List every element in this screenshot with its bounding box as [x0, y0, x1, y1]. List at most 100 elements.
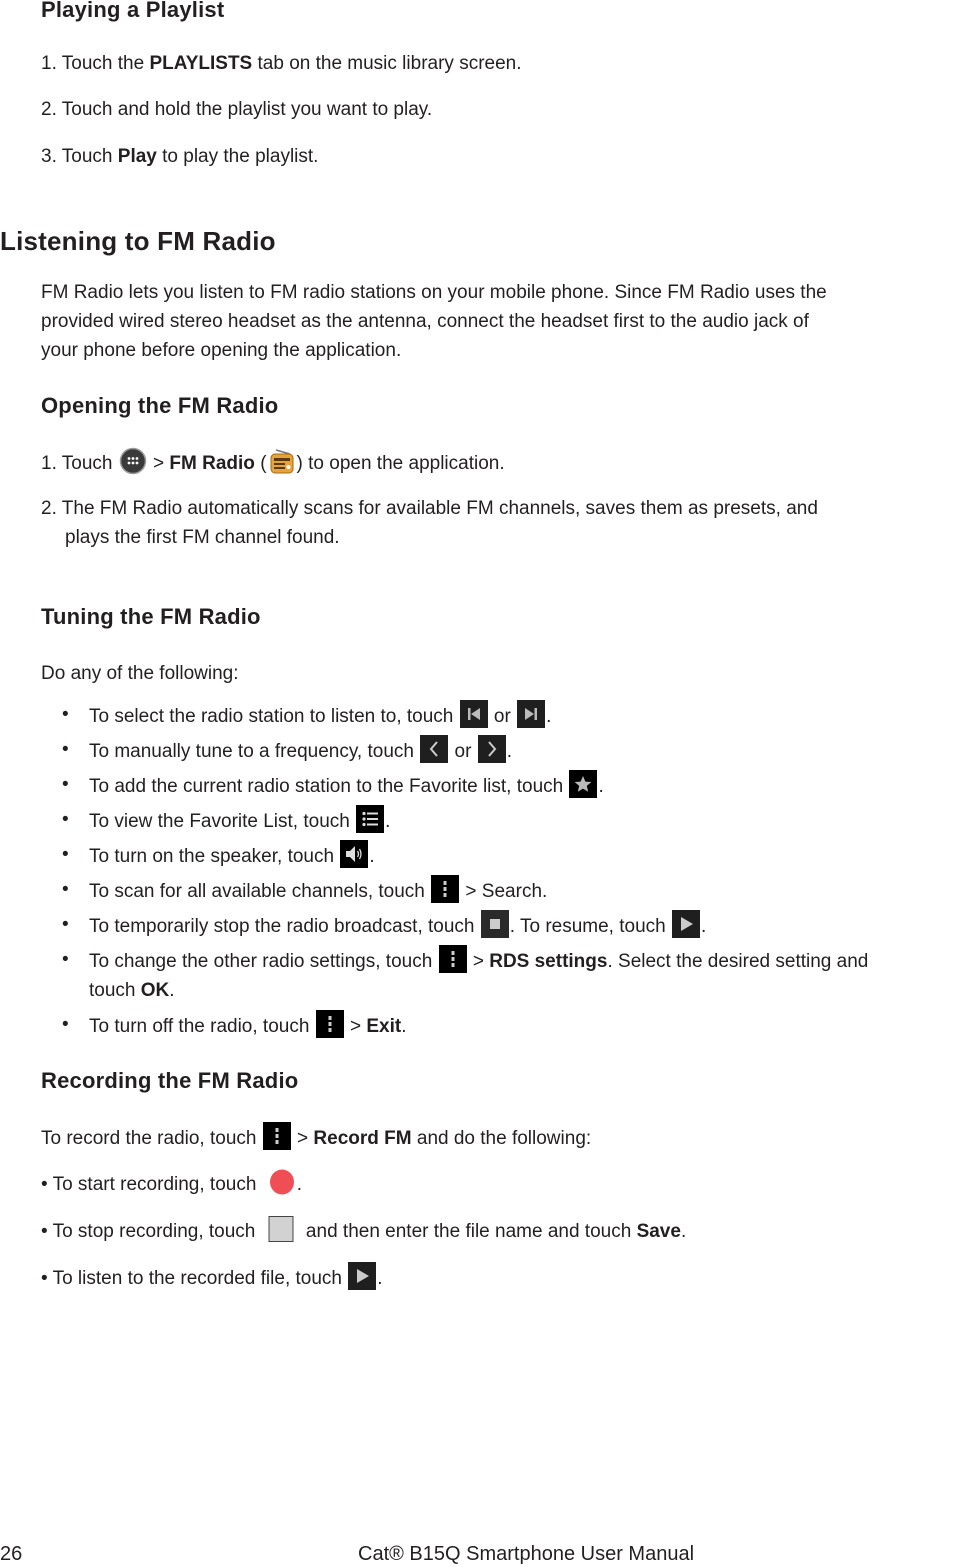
recording-item-listen: • To listen to the recorded file, touch …: [41, 1262, 383, 1293]
section-heading-listening-fm: Listening to FM Radio: [0, 226, 276, 256]
item-text: .: [401, 1016, 407, 1037]
tuning-item-speaker: • To turn on the speaker, touch .: [0, 840, 976, 869]
item-text: To temporarily stop the radio broadcast,…: [89, 916, 480, 937]
item-text: .: [680, 1221, 687, 1242]
tune-down-chevron-left-icon: [420, 735, 449, 763]
bullet: •: [62, 949, 69, 970]
item-bold: Save: [636, 1221, 681, 1242]
item-text: > Search.: [460, 881, 548, 902]
playlist-step-3: 3. Touch Play to play the playlist.: [41, 142, 318, 171]
bullet: •: [62, 704, 69, 725]
item-text: • To listen to the recorded file, touch: [41, 1268, 348, 1289]
fm-radio-app-icon: [268, 447, 296, 475]
bullet: •: [62, 914, 69, 935]
subheading-opening-fm: Opening the FM Radio: [41, 393, 279, 418]
item-text: To select the radio station to listen to…: [89, 706, 459, 727]
item-text: .: [546, 706, 552, 727]
item-text: .: [377, 1268, 383, 1289]
step-text: 1. Touch the: [41, 53, 150, 74]
bullet: •: [62, 844, 69, 865]
bullet: •: [62, 809, 69, 830]
bullet: •: [62, 879, 69, 900]
item-text: >: [467, 951, 490, 972]
item-text: and then enter the file name and touch: [300, 1221, 637, 1242]
item-text: . Select the desired setting and: [607, 951, 869, 972]
play-icon: [672, 910, 700, 938]
record-icon: [268, 1168, 296, 1196]
step-text: (: [254, 453, 267, 474]
item-text: To record the radio, touch: [41, 1128, 262, 1149]
stop-recording-icon: [267, 1215, 295, 1243]
step-text: to play the playlist.: [156, 146, 319, 167]
item-text: To manually tune to a frequency, touch: [89, 741, 420, 762]
step-text: 3. Touch: [41, 146, 118, 167]
favorite-list-icon: [356, 805, 385, 833]
recording-item-stop: • To stop recording, touch and then ente…: [41, 1215, 686, 1246]
item-text: >: [291, 1128, 314, 1149]
item-text: .: [385, 811, 391, 832]
stop-icon: [480, 910, 509, 938]
footer-title: Cat® B15Q Smartphone User Manual: [358, 1543, 695, 1565]
page-number: 26: [0, 1543, 23, 1565]
item-text: .: [598, 776, 604, 797]
previous-station-icon: [459, 700, 488, 728]
item-text: . To resume, touch: [509, 916, 671, 937]
fm-intro-line-2: provided wired stereo headset as the ant…: [41, 311, 809, 332]
tuning-intro: Do any of the following:: [41, 663, 239, 684]
step-bold: FM Radio: [169, 453, 255, 474]
item-text: or: [488, 706, 517, 727]
subheading-recording-fm: Recording the FM Radio: [41, 1068, 299, 1093]
tuning-item-stop-resume: • To temporarily stop the radio broadcas…: [0, 910, 976, 939]
tuning-item-manual-tune: • To manually tune to a frequency, touch…: [0, 735, 976, 764]
tuning-item-rds-settings: • To change the other radio settings, to…: [0, 945, 976, 1003]
step-text: 2. Touch and hold the playlist you want …: [41, 99, 433, 120]
item-bold: OK: [140, 980, 170, 1001]
step-text: ) to open the application.: [296, 453, 505, 474]
tuning-item-scan: • To scan for all available channels, to…: [0, 875, 976, 904]
item-text: .: [296, 1174, 302, 1195]
play-icon: [348, 1262, 377, 1290]
step-text: tab on the music library screen.: [252, 53, 522, 74]
item-text: .: [169, 980, 175, 1001]
item-text: >: [344, 1016, 367, 1037]
item-text: and do the following:: [411, 1128, 592, 1149]
playlist-step-2: 2. Touch and hold the playlist you want …: [41, 95, 432, 124]
step-bold: PLAYLISTS: [149, 53, 253, 74]
step-text: 1. Touch: [41, 453, 118, 474]
item-text: To add the current radio station to the …: [89, 776, 569, 797]
item-bold: Record FM: [313, 1128, 412, 1149]
item-text: .: [701, 916, 707, 937]
speaker-icon: [340, 840, 369, 868]
opening-step-1: 1. Touch > FM Radio ( ) to open the appli…: [41, 447, 505, 478]
step-text: >: [147, 453, 170, 474]
tune-up-chevron-right-icon: [477, 735, 506, 763]
star-favorite-icon: [569, 770, 598, 798]
bullet: •: [62, 739, 69, 760]
item-text: To turn off the radio, touch: [89, 1016, 315, 1037]
opening-step-2-line-1: 2. The FM Radio automatically scans for …: [41, 498, 818, 519]
item-text: To view the Favorite List, touch: [89, 811, 356, 832]
playlist-step-1: 1. Touch the PLAYLISTS tab on the music …: [41, 49, 522, 78]
item-text: .: [506, 741, 512, 762]
fm-intro-line-3: your phone before opening the applicatio…: [41, 340, 402, 361]
item-text: or: [449, 741, 477, 762]
overflow-menu-icon: [438, 945, 467, 973]
overflow-menu-icon: [315, 1010, 344, 1038]
section-heading-playing-playlist: Playing a Playlist: [41, 0, 225, 22]
fm-intro-line-1: FM Radio lets you listen to FM radio sta…: [41, 282, 827, 303]
tuning-item-select-station: • To select the radio station to listen …: [0, 700, 976, 729]
next-station-icon: [517, 700, 546, 728]
opening-step-2-line-2: plays the first FM channel found.: [65, 527, 340, 548]
item-text: To change the other radio settings, touc…: [89, 951, 438, 972]
tuning-item-view-favorites: • To view the Favorite List, touch .: [0, 805, 976, 834]
recording-item-start: • To start recording, touch .: [41, 1168, 302, 1199]
bullet: •: [62, 774, 69, 795]
step-bold: Play: [117, 146, 157, 167]
tuning-item-turn-off: • To turn off the radio, touch > Exit.: [0, 1010, 976, 1039]
item-text: • To stop recording, touch: [41, 1221, 261, 1242]
apps-launcher-icon: [119, 447, 147, 475]
item-text: • To start recording, touch: [41, 1174, 262, 1195]
item-text: touch: [89, 980, 141, 1001]
recording-intro: To record the radio, touch > Record FM a…: [41, 1122, 591, 1153]
bullet: •: [62, 1014, 69, 1035]
